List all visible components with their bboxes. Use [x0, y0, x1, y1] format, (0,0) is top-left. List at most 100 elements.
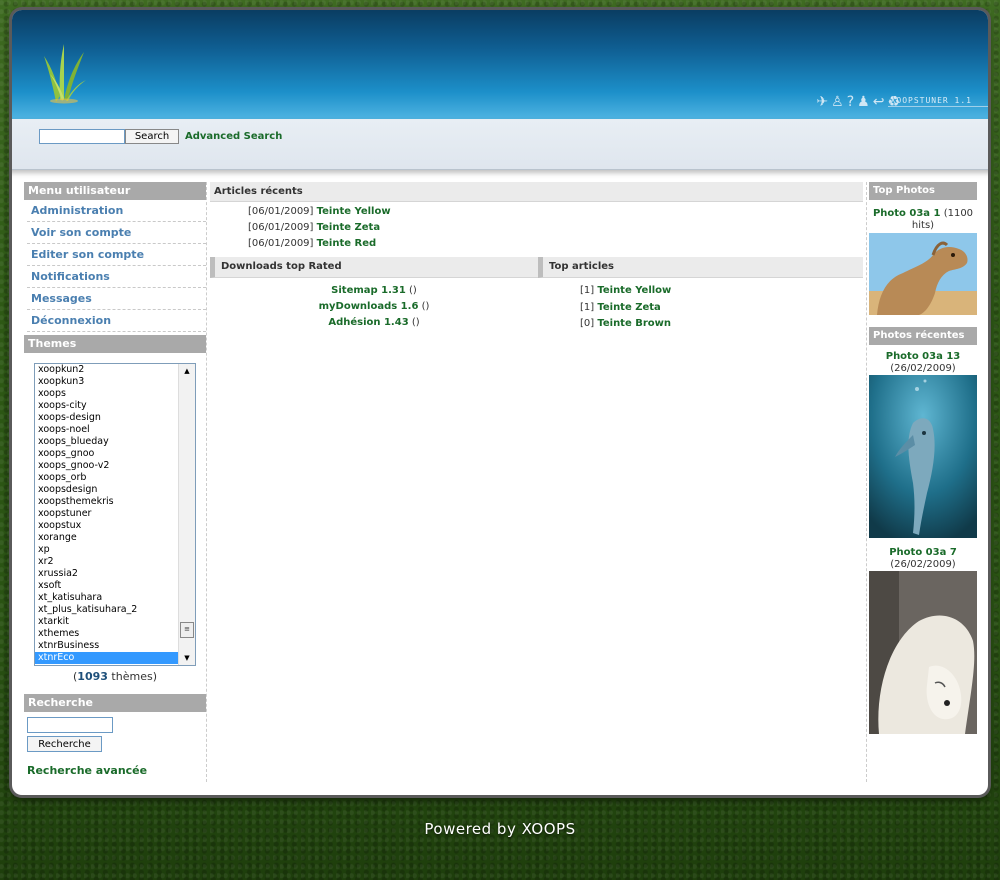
article-link[interactable]: Teinte Yellow — [317, 206, 391, 217]
photo-link[interactable]: Photo 03a 1 — [873, 208, 941, 219]
theme-option[interactable]: xoopstux — [35, 520, 178, 532]
main-content: Articles récents [06/01/2009] Teinte Yel… — [210, 182, 863, 782]
top-search-input[interactable] — [39, 129, 125, 144]
side-search-button[interactable]: Recherche — [27, 736, 102, 752]
theme-list-scrollbar[interactable]: ▲ ≡ ▼ — [178, 364, 195, 665]
list-item: [06/01/2009] Teinte Red — [210, 236, 863, 252]
top-search-button[interactable]: Search — [125, 129, 179, 144]
download-count: () — [411, 317, 420, 328]
site-header: ✈ ♙ ? ♟ ↩ ♻ XOOPSTUNER 1.1 — [12, 10, 988, 119]
list-item: [06/01/2009] Teinte Yellow — [210, 204, 863, 220]
return-icon[interactable]: ↩ — [873, 94, 885, 110]
article-date: [06/01/2009] — [248, 206, 314, 217]
menu-item-administration[interactable]: Administration — [27, 200, 206, 222]
theme-option[interactable]: xthemes — [35, 628, 178, 640]
theme-option[interactable]: xoops_gnoo-v2 — [35, 460, 178, 472]
side-search-input[interactable] — [27, 717, 113, 733]
scroll-down-arrow-icon[interactable]: ▼ — [179, 651, 195, 665]
article-link[interactable]: Teinte Zeta — [317, 222, 380, 233]
theme-option[interactable]: xoops_orb — [35, 472, 178, 484]
downloads-title: Downloads top Rated — [210, 257, 539, 278]
polar-bear-photo[interactable] — [869, 571, 977, 734]
scrollbar-thumb[interactable]: ≡ — [180, 622, 194, 638]
article-date: [06/01/2009] — [248, 238, 314, 249]
theme-option[interactable]: xoops_gnoo — [35, 448, 178, 460]
theme-option[interactable]: xoops_blueday — [35, 436, 178, 448]
airplane-icon[interactable]: ✈ — [816, 94, 828, 110]
downloads-list: Sitemap 1.31 () myDownloads 1.6 () Adhés… — [210, 283, 538, 331]
theme-option[interactable]: xt_plus_katisuhara_2 — [35, 604, 178, 616]
person-icon[interactable]: ♙ — [831, 94, 844, 110]
theme-option[interactable]: xoopsdesign — [35, 484, 178, 496]
download-link[interactable]: Sitemap 1.31 — [331, 285, 406, 296]
page-frame: ✈ ♙ ? ♟ ↩ ♻ XOOPSTUNER 1.1 Search Advanc… — [12, 10, 988, 795]
theme-option[interactable]: xoops — [35, 388, 178, 400]
user-menu: Administration Voir son compte Editer so… — [24, 200, 206, 332]
theme-option[interactable]: xoops-design — [35, 412, 178, 424]
theme-option-selected[interactable]: xtnrEco — [35, 652, 178, 664]
article-link[interactable]: Teinte Red — [317, 238, 377, 249]
dolphin-photo[interactable] — [869, 375, 977, 538]
article-link[interactable]: Teinte Zeta — [597, 302, 660, 313]
theme-count-number: 1093 — [77, 670, 108, 683]
theme-option[interactable]: xsoft — [35, 580, 178, 592]
download-count: () — [421, 301, 430, 312]
menu-item-notifications[interactable]: Notifications — [27, 266, 206, 288]
list-item: [0] Teinte Brown — [538, 316, 863, 333]
menu-item-view-account[interactable]: Voir son compte — [27, 222, 206, 244]
download-link[interactable]: myDownloads 1.6 — [319, 301, 419, 312]
list-item: myDownloads 1.6 () — [210, 299, 538, 315]
menu-item-edit-account[interactable]: Editer son compte — [27, 244, 206, 266]
menu-item-logout[interactable]: Déconnexion — [27, 310, 206, 332]
theme-option[interactable]: xrussia2 — [35, 568, 178, 580]
recent-articles-title: Articles récents — [210, 182, 863, 202]
walking-person-icon[interactable]: ♟ — [857, 94, 870, 110]
grass-logo-icon[interactable] — [42, 38, 90, 104]
user-menu-title: Menu utilisateur — [24, 182, 206, 200]
photo-date: (26/02/2009) — [890, 363, 956, 374]
theme-options: xoopkun2 xoopkun3 xoops xoops-city xoops… — [35, 364, 178, 664]
top-articles-title: Top articles — [538, 257, 863, 278]
theme-option[interactable]: xorange — [35, 532, 178, 544]
recent-photo-caption: Photo 03a 13 (26/02/2009) — [867, 351, 979, 375]
brand-underline — [888, 106, 988, 107]
theme-option[interactable]: xt_katisuhara — [35, 592, 178, 604]
theme-option[interactable]: xoops-city — [35, 400, 178, 412]
footer-powered-by: Powered by XOOPS — [424, 820, 576, 838]
article-rank: [1] — [580, 301, 595, 313]
theme-option[interactable]: xp — [35, 544, 178, 556]
theme-option[interactable]: xr2 — [35, 556, 178, 568]
photo-link[interactable]: Photo 03a 7 — [889, 547, 957, 558]
menu-item-messages[interactable]: Messages — [27, 288, 206, 310]
theme-option[interactable]: xtarkit — [35, 616, 178, 628]
scroll-up-arrow-icon[interactable]: ▲ — [179, 364, 195, 378]
help-icon[interactable]: ? — [847, 94, 854, 110]
theme-option[interactable]: xoopstuner — [35, 508, 178, 520]
camel-photo[interactable] — [869, 233, 977, 315]
list-item: [1] Teinte Zeta — [538, 300, 863, 317]
list-item: [1] Teinte Yellow — [538, 283, 863, 300]
two-column-blocks: Downloads top Rated Top articles Sitemap… — [210, 257, 863, 333]
theme-option[interactable]: xoopsthemekris — [35, 496, 178, 508]
article-link[interactable]: Teinte Yellow — [597, 285, 671, 296]
search-block-title: Recherche — [24, 694, 206, 712]
theme-option[interactable]: xoops-noel — [35, 424, 178, 436]
article-link[interactable]: Teinte Brown — [597, 318, 671, 329]
theme-select-list[interactable]: xoopkun2 xoopkun3 xoops xoops-city xoops… — [34, 363, 196, 666]
advanced-search-link[interactable]: Advanced Search — [185, 131, 282, 142]
download-count: () — [409, 285, 417, 296]
list-item: Adhésion 1.43 () — [210, 315, 538, 331]
themes-title: Themes — [24, 335, 206, 353]
theme-count: (1093 thèmes) — [73, 670, 157, 683]
list-item: [06/01/2009] Teinte Zeta — [210, 220, 863, 236]
theme-option[interactable]: xoopkun2 — [35, 364, 178, 376]
theme-option[interactable]: xtnrBusiness — [35, 640, 178, 652]
article-rank: [0] — [580, 318, 595, 329]
download-link[interactable]: Adhésion 1.43 — [328, 317, 408, 328]
side-advanced-search-link[interactable]: Recherche avancée — [27, 764, 206, 777]
top-photo-caption: Photo 03a 1 (1100 hits) — [867, 208, 979, 232]
recent-photo-caption: Photo 03a 7 (26/02/2009) — [867, 547, 979, 571]
list-item: Sitemap 1.31 () — [210, 283, 538, 299]
photo-link[interactable]: Photo 03a 13 — [886, 351, 961, 362]
theme-option[interactable]: xoopkun3 — [35, 376, 178, 388]
